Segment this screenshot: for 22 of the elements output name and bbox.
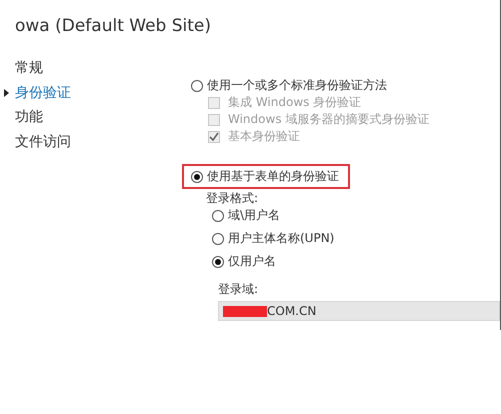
page-title: owa (Default Web Site) — [14, 15, 212, 38]
radio-button[interactable] — [212, 210, 224, 222]
domain-field[interactable]: COM.CN — [218, 301, 500, 321]
option-label: 域\用户名 — [228, 208, 280, 223]
option-label: 使用基于表单的身份验证 — [207, 169, 339, 184]
checkbox-label: Windows 域服务器的摘要式身份验证 — [228, 112, 430, 127]
sidebar-item[interactable]: 常规 — [0, 58, 190, 82]
radio-button[interactable] — [191, 80, 203, 92]
checkbox-label: 基本身份验证 — [228, 129, 300, 144]
option-label: 仅用户名 — [228, 254, 276, 269]
sidebar-item[interactable]: 身份验证 — [0, 82, 190, 107]
radio-button[interactable] — [212, 256, 224, 268]
field-label: 登录域: — [218, 282, 260, 297]
sidebar-item[interactable]: 文件访问 — [0, 132, 190, 156]
field-label: 登录格式: — [206, 191, 260, 206]
option-label: 使用一个或多个标准身份验证方法 — [207, 78, 387, 93]
checkbox-label: 集成 Windows 身份验证 — [228, 95, 362, 110]
sidebar-item[interactable]: 功能 — [0, 107, 190, 132]
radio-button[interactable] — [212, 232, 224, 244]
arrow-icon — [4, 88, 9, 96]
radio-button[interactable] — [191, 170, 203, 182]
option-label: 用户主体名称(UPN) — [228, 231, 334, 246]
